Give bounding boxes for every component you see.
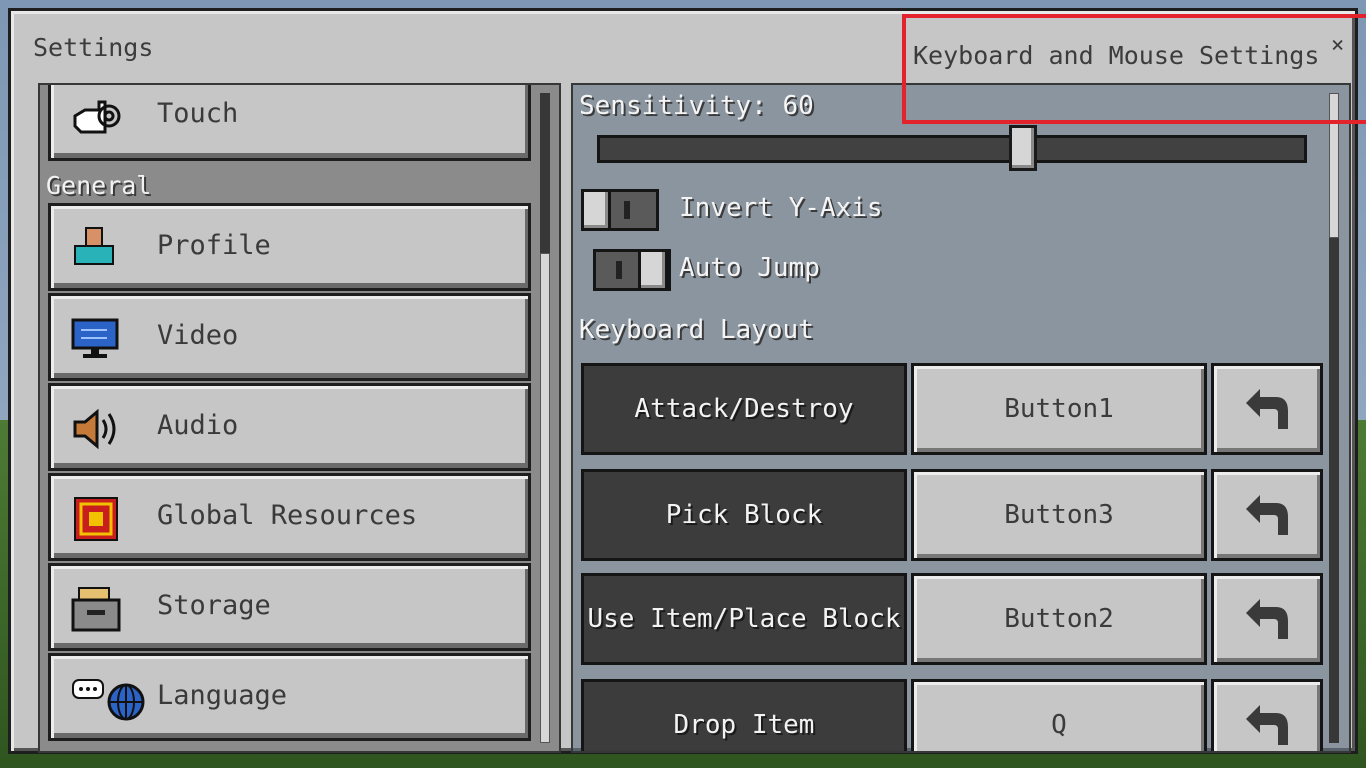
binding-row: Pick Block Button3 — [581, 469, 1323, 561]
sidebar-item-global-resources[interactable]: Global Resources — [48, 473, 531, 561]
sidebar-item-touch[interactable]: Touch — [48, 85, 531, 161]
binding-row: Use Item/Place Block Button2 — [581, 573, 1323, 665]
reset-binding-button[interactable] — [1211, 363, 1323, 455]
settings-sidebar: Touch General Profile Video Audio Global… — [38, 83, 561, 753]
toggle-knob — [638, 249, 668, 291]
sidebar-scroll-thumb[interactable] — [540, 253, 550, 743]
sidebar-item-label: Storage — [157, 590, 271, 621]
keyboard-mouse-settings-title: Keyboard and Mouse Settings — [913, 41, 1320, 70]
reset-arrow-icon — [1246, 495, 1288, 535]
monitor-icon — [71, 318, 119, 358]
sensitivity-slider-knob[interactable] — [1009, 125, 1037, 171]
toggle-pip — [624, 201, 630, 219]
binding-action-label: Drop Item — [581, 679, 907, 751]
settings-title: Settings — [33, 33, 154, 62]
sidebar-item-storage[interactable]: Storage — [48, 563, 531, 651]
sidebar-item-video[interactable]: Video — [48, 293, 531, 381]
binding-row: Attack/Destroy Button1 — [581, 363, 1323, 455]
sidebar-item-audio[interactable]: Audio — [48, 383, 531, 471]
reset-binding-button[interactable] — [1211, 573, 1323, 665]
sidebar-item-label: Audio — [157, 410, 239, 441]
sensitivity-label: Sensitivity: 60 — [579, 91, 814, 121]
settings-window: Settings Touch General Profile Video Aud… — [8, 8, 1366, 754]
binding-key-button[interactable]: Button2 — [911, 573, 1207, 665]
binding-row: Drop Item Q — [581, 679, 1323, 751]
keyboard-layout-heading: Keyboard Layout — [579, 315, 814, 345]
sidebar-item-profile[interactable]: Profile — [48, 203, 531, 291]
auto-jump-toggle[interactable] — [593, 249, 671, 291]
resources-icon — [74, 497, 118, 541]
binding-action-label: Use Item/Place Block — [581, 573, 907, 665]
panel-scroll-thumb[interactable] — [1329, 93, 1339, 238]
sidebar-item-label: Video — [157, 320, 239, 351]
binding-action-label: Pick Block — [581, 469, 907, 561]
reset-binding-button[interactable] — [1211, 679, 1323, 751]
speaker-icon — [73, 408, 116, 450]
sidebar-item-label: Global Resources — [157, 500, 418, 531]
binding-action-label: Attack/Destroy — [581, 363, 907, 455]
toggle-pip — [616, 261, 622, 279]
sensitivity-slider[interactable] — [597, 135, 1307, 163]
reset-binding-button[interactable] — [1211, 469, 1323, 561]
binding-key-button[interactable]: Q — [911, 679, 1207, 751]
sidebar-item-language[interactable]: Language — [48, 653, 531, 741]
reset-arrow-icon — [1246, 389, 1288, 429]
keyboard-mouse-settings-panel: Sensitivity: 60 Invert Y-Axis Auto Jump … — [571, 83, 1351, 753]
reset-arrow-icon — [1246, 599, 1288, 639]
close-icon[interactable]: × — [1331, 33, 1344, 58]
binding-key-button[interactable]: Button3 — [911, 469, 1207, 561]
invert-y-axis-label: Invert Y-Axis — [679, 193, 883, 223]
auto-jump-label: Auto Jump — [679, 253, 820, 283]
sidebar-item-label: Touch — [157, 98, 239, 129]
language-globe-icon — [72, 679, 145, 721]
profile-icon — [74, 227, 114, 265]
section-label-general: General — [46, 171, 152, 200]
toggle-knob — [581, 189, 611, 231]
touch-hand-icon — [73, 100, 121, 134]
reset-arrow-icon — [1246, 705, 1288, 745]
binding-key-button[interactable]: Button1 — [911, 363, 1207, 455]
sidebar-item-label: Language — [157, 680, 288, 711]
sidebar-item-label: Profile — [157, 230, 271, 261]
invert-y-axis-toggle[interactable] — [581, 189, 659, 231]
storage-icon — [71, 587, 121, 632]
